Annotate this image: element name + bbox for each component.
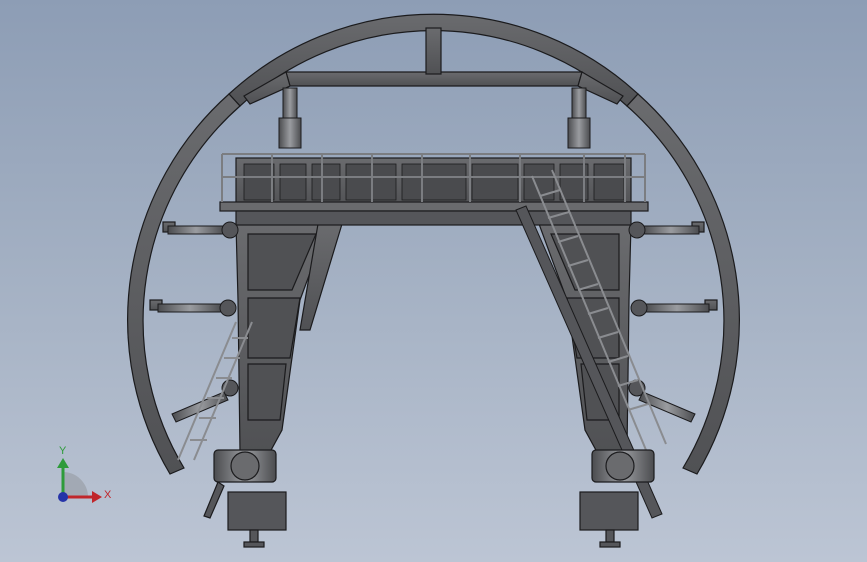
left-leg bbox=[235, 223, 343, 453]
triad-plane-icon bbox=[63, 472, 88, 497]
y-axis-label: Y bbox=[59, 445, 67, 457]
z-axis-dot bbox=[58, 492, 68, 502]
crown-beam bbox=[243, 27, 624, 105]
cad-viewport[interactable]: X Y bbox=[0, 0, 867, 562]
x-axis-label: X bbox=[104, 489, 112, 501]
tunnel-formwork-model[interactable]: X Y bbox=[0, 0, 867, 562]
top-jacks bbox=[278, 87, 591, 149]
y-axis-arrowhead bbox=[57, 458, 69, 468]
x-axis-arrowhead bbox=[92, 491, 102, 503]
left-bogie bbox=[203, 449, 287, 548]
axis-triad: X Y bbox=[57, 445, 112, 503]
